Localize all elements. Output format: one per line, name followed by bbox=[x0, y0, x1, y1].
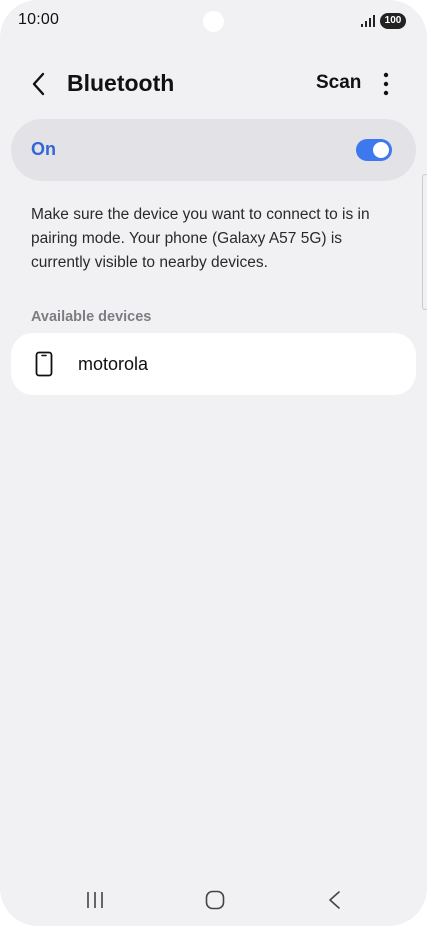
navigation-bar bbox=[0, 880, 427, 920]
pairing-description: Make sure the device you want to connect… bbox=[31, 206, 370, 271]
battery-icon: 100 bbox=[380, 13, 406, 29]
home-icon[interactable] bbox=[202, 888, 228, 912]
status-time: 10:00 bbox=[18, 11, 60, 28]
bluetooth-switch[interactable] bbox=[356, 139, 392, 161]
signal-icon bbox=[361, 15, 375, 27]
smartphone-icon bbox=[35, 351, 53, 377]
scrollbar-handle[interactable] bbox=[422, 174, 427, 310]
device-name: motorola bbox=[78, 354, 149, 374]
toggle-label: On bbox=[31, 139, 56, 159]
chevron-left-icon[interactable] bbox=[24, 68, 56, 100]
phone-screen: 10:00 100 Bluetooth Scan On Make sure th… bbox=[0, 0, 427, 926]
app-header: Bluetooth Scan bbox=[0, 58, 427, 110]
page-title: Bluetooth bbox=[67, 70, 175, 96]
status-bar: 10:00 100 bbox=[0, 0, 427, 44]
scan-button[interactable]: Scan bbox=[316, 72, 361, 94]
available-devices-header: Available devices bbox=[31, 309, 152, 325]
bluetooth-toggle-row[interactable]: On bbox=[11, 119, 416, 181]
device-item-motorola[interactable]: motorola bbox=[11, 333, 416, 395]
recents-icon[interactable] bbox=[82, 888, 108, 912]
switch-knob bbox=[373, 142, 389, 158]
more-vertical-icon[interactable] bbox=[374, 68, 398, 100]
back-icon[interactable] bbox=[322, 888, 348, 912]
camera-cutout bbox=[203, 11, 224, 32]
